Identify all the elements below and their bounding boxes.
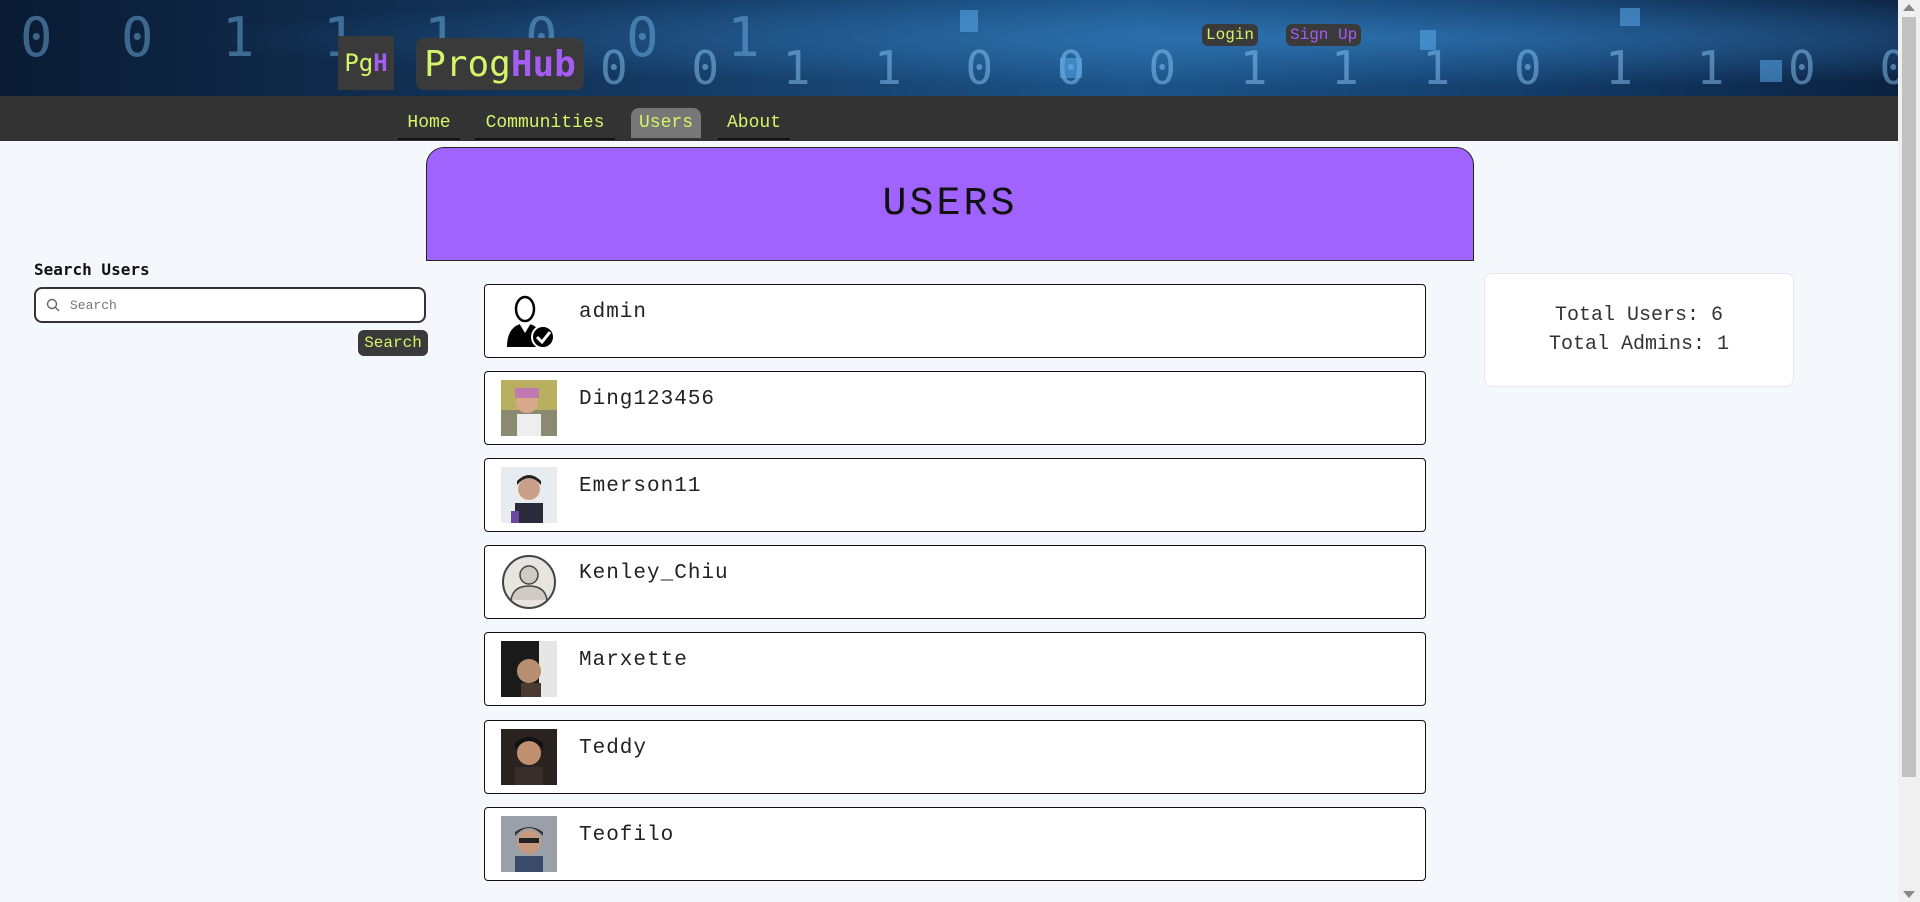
search-input[interactable]	[68, 296, 392, 314]
header-banner: 0 0 1 1 1 0 0 1 0 0 1 1 0 0 0 1 1 1 0 1 …	[0, 0, 1898, 96]
user-card-teofilo[interactable]: Teofilo	[484, 807, 1426, 881]
user-name: Marxette	[579, 649, 688, 672]
user-name: Emerson11	[579, 475, 702, 498]
search-icon	[46, 298, 60, 312]
user-photo-avatar	[501, 641, 557, 697]
main-nav: Home Communities Users About	[0, 96, 1898, 141]
user-name: Kenley_Chiu	[579, 562, 729, 585]
scroll-down-arrow-icon[interactable]	[1903, 891, 1915, 898]
login-button[interactable]: Login	[1202, 24, 1259, 46]
user-name: Teddy	[579, 737, 648, 760]
user-name: admin	[579, 301, 648, 324]
logo-wordmark[interactable]: Prog Hub	[416, 38, 584, 90]
digital-cell	[1420, 30, 1436, 50]
user-photo-avatar	[501, 380, 557, 436]
digital-cell	[1060, 58, 1082, 78]
total-users: Total Users: 6	[1554, 304, 1724, 327]
total-admins: Total Admins: 1	[1548, 333, 1730, 356]
user-card-marxette[interactable]: Marxette	[484, 632, 1426, 706]
search-button[interactable]: Search	[358, 330, 428, 356]
nav-users[interactable]: Users	[631, 108, 701, 138]
page-scrollbar[interactable]	[1898, 0, 1920, 902]
user-card-emerson11[interactable]: Emerson11	[484, 458, 1426, 532]
nav-home[interactable]: Home	[398, 108, 460, 140]
scroll-thumb[interactable]	[1902, 17, 1916, 777]
search-field[interactable]	[34, 287, 426, 323]
default-person-icon	[502, 555, 556, 609]
digital-cell	[1620, 8, 1640, 26]
page-title: USERS	[426, 147, 1474, 261]
user-card-ding123456[interactable]: Ding123456	[484, 371, 1426, 445]
logo-square[interactable]: Pg H	[338, 36, 394, 90]
nav-communities[interactable]: Communities	[475, 108, 615, 140]
binary-background: 0 0 1 1 1 0 0 1 0 0 1 1 0 0 0 1 1 1 0 1 …	[20, 6, 1898, 96]
scroll-up-arrow-icon[interactable]	[1903, 4, 1915, 11]
digital-cell	[960, 10, 978, 32]
user-photo-avatar	[501, 729, 557, 785]
user-card-admin[interactable]: admin	[484, 284, 1426, 358]
user-stats-panel: Total Users: 6 Total Admins: 1	[1484, 273, 1794, 387]
search-label: Search Users	[34, 260, 150, 279]
user-card-kenley_chiu[interactable]: Kenley_Chiu	[484, 545, 1426, 619]
user-photo-avatar	[501, 816, 557, 872]
admin-verified-icon	[507, 295, 555, 349]
user-name: Teofilo	[579, 824, 675, 847]
user-name: Ding123456	[579, 388, 716, 411]
user-photo-avatar	[501, 467, 557, 523]
nav-about[interactable]: About	[718, 108, 790, 140]
signup-button[interactable]: Sign Up	[1286, 24, 1362, 46]
digital-cell	[1760, 60, 1782, 82]
user-card-teddy[interactable]: Teddy	[484, 720, 1426, 794]
